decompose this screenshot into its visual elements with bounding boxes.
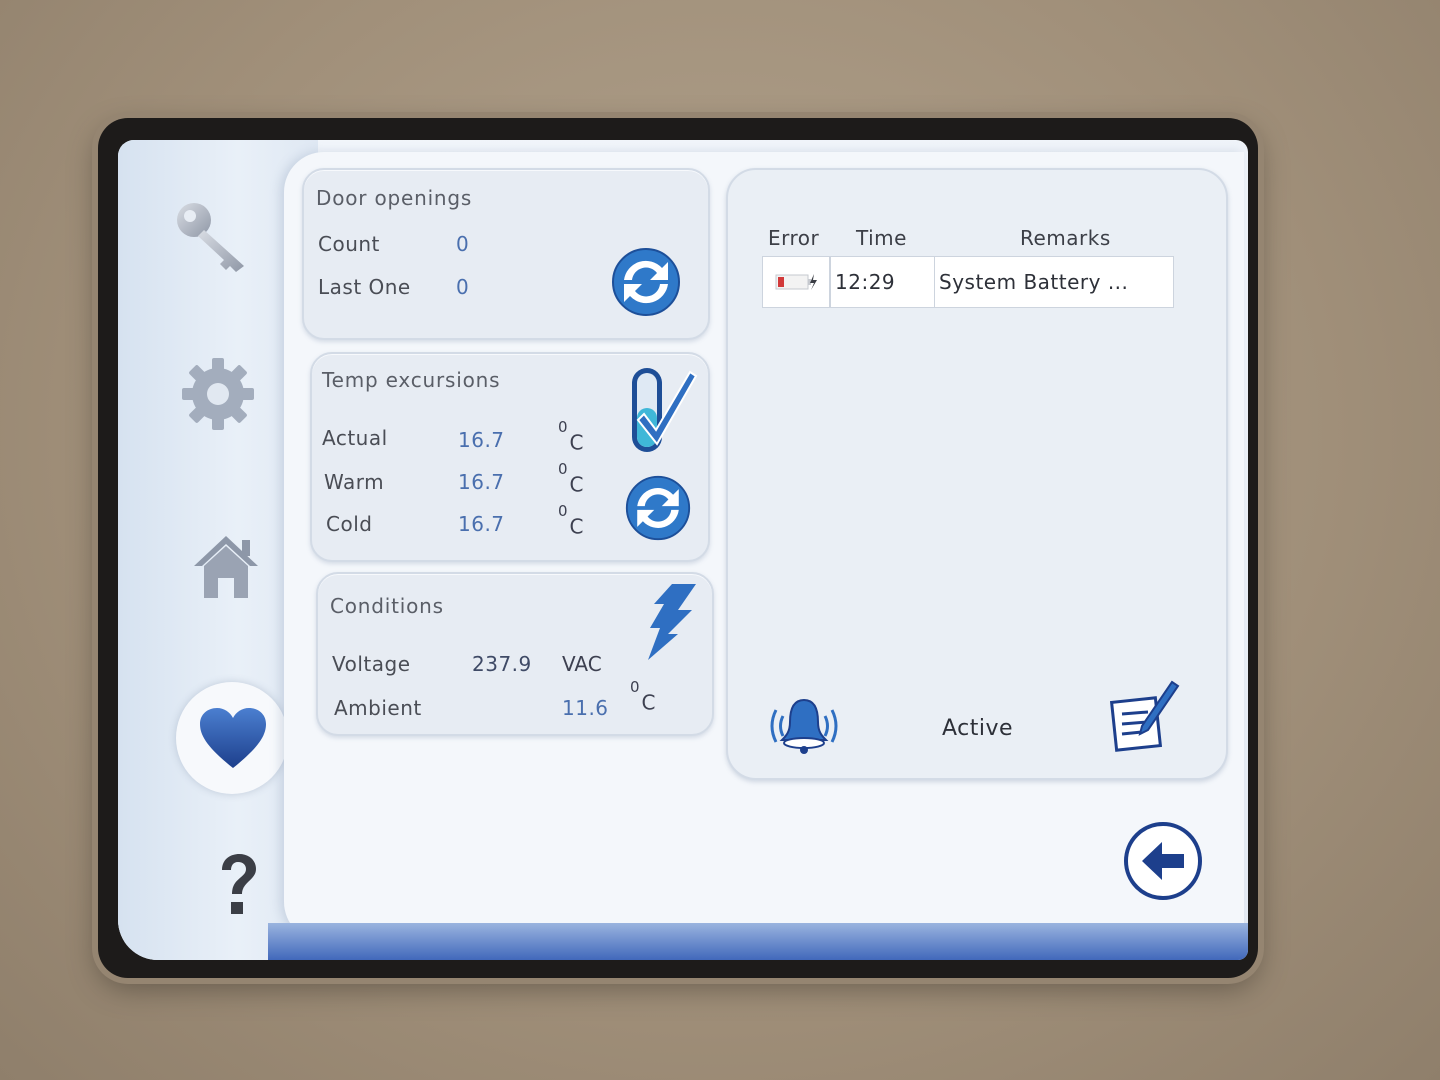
refresh-icon[interactable] bbox=[610, 246, 682, 318]
question-icon[interactable] bbox=[212, 850, 262, 920]
ambient-unit: 0C bbox=[630, 678, 656, 715]
home-icon[interactable] bbox=[186, 526, 266, 606]
event-log-panel: Error Time Remarks 12:29 System Battery … bbox=[726, 168, 1228, 780]
voltage-value: 237.9 bbox=[472, 652, 532, 676]
door-openings-title: Door openings bbox=[316, 186, 473, 210]
warm-unit: 0C bbox=[558, 460, 584, 497]
temp-excursions-panel: Temp excursions Actual 16.7 0C Warm 16.7… bbox=[310, 352, 710, 562]
notes-icon[interactable] bbox=[1108, 678, 1180, 754]
last-one-label: Last One bbox=[318, 275, 411, 299]
conditions-title: Conditions bbox=[330, 594, 444, 618]
log-row-error-cell[interactable] bbox=[762, 256, 830, 308]
bell-icon[interactable] bbox=[766, 696, 842, 756]
alarm-status: Active bbox=[942, 716, 1014, 741]
count-value: 0 bbox=[456, 232, 470, 256]
error-column-header: Error bbox=[768, 226, 820, 250]
actual-label: Actual bbox=[322, 426, 388, 450]
back-arrow-icon[interactable] bbox=[1122, 820, 1204, 902]
thermometer-check-icon bbox=[626, 364, 698, 456]
refresh-icon[interactable] bbox=[624, 474, 692, 542]
warm-label: Warm bbox=[324, 470, 385, 494]
voltage-label: Voltage bbox=[332, 652, 411, 676]
remarks-column-header: Remarks bbox=[1020, 226, 1111, 250]
log-row-remarks-cell[interactable]: System Battery ... bbox=[934, 256, 1174, 308]
gear-icon[interactable] bbox=[178, 354, 258, 434]
voltage-unit: VAC bbox=[562, 652, 602, 676]
touch-screen: Door openings Count 0 Last One 0 Temp ex… bbox=[118, 140, 1248, 960]
log-row-time-cell[interactable]: 12:29 bbox=[830, 256, 936, 308]
cold-value: 16.7 bbox=[458, 512, 505, 536]
count-label: Count bbox=[318, 232, 380, 256]
actual-value: 16.7 bbox=[458, 428, 505, 452]
time-column-header: Time bbox=[856, 226, 907, 250]
cold-label: Cold bbox=[326, 512, 373, 536]
last-one-value: 0 bbox=[456, 275, 470, 299]
temp-excursions-title: Temp excursions bbox=[322, 368, 501, 392]
lightning-icon bbox=[642, 582, 700, 662]
heart-icon[interactable] bbox=[198, 706, 268, 772]
conditions-panel: Conditions Voltage 237.9 VAC Ambient 11.… bbox=[316, 572, 714, 736]
key-icon[interactable] bbox=[170, 196, 254, 276]
door-openings-panel: Door openings Count 0 Last One 0 bbox=[302, 168, 710, 340]
bottom-status-band bbox=[268, 923, 1248, 960]
actual-unit: 0C bbox=[558, 418, 584, 455]
warm-value: 16.7 bbox=[458, 470, 505, 494]
ambient-label: Ambient bbox=[334, 696, 422, 720]
cold-unit: 0C bbox=[558, 502, 584, 539]
battery-icon bbox=[775, 274, 817, 290]
ambient-value: 11.6 bbox=[562, 696, 609, 720]
